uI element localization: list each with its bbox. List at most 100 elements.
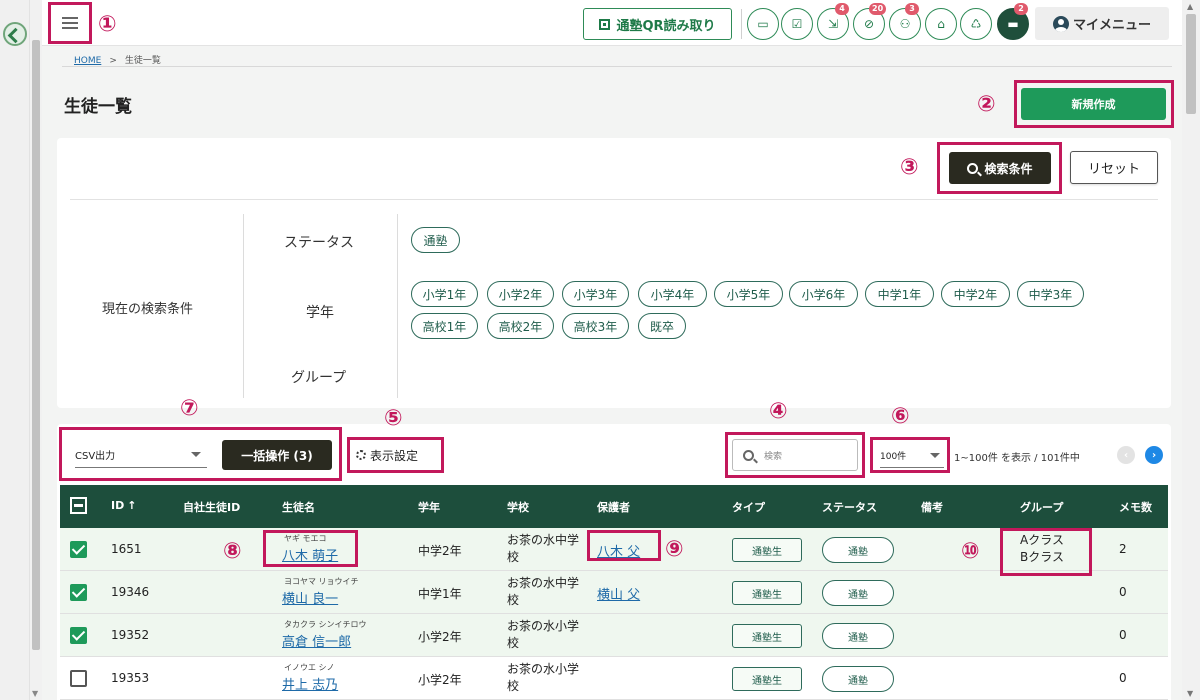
my-menu-label: マイメニュー	[1072, 18, 1151, 33]
next-page-button[interactable]: ›	[1145, 446, 1163, 464]
qr-code-icon	[599, 18, 611, 30]
scroll-down-arrow-icon[interactable]: ▼	[32, 689, 38, 698]
status-tag: 通塾	[822, 623, 894, 649]
student-kana: ヨコヤマ リョウイチ	[284, 577, 359, 586]
grade-chip: 小学2年	[487, 281, 554, 307]
column-header-own-id[interactable]: 自社生徒ID	[183, 499, 240, 515]
student-school: お茶の水小学校	[507, 619, 580, 650]
grade-condition-key: 学年	[306, 305, 334, 321]
notification-badge: 2	[1014, 3, 1028, 15]
table-row[interactable]: 19352 タカクラ シンイチロウ 高倉 信一郎 小学2年 お茶の水小学校 通塾…	[60, 614, 1168, 657]
table-row[interactable]: 19346 ヨコヤマ リョウイチ 横山 良一 中学1年 お茶の水中学校 横山 父…	[60, 571, 1168, 614]
memo-count: 0	[1119, 585, 1127, 599]
qr-scan-button[interactable]: 通塾QR読み取り	[583, 8, 732, 40]
scroll-down-arrow-icon[interactable]: ▼	[1187, 689, 1193, 698]
hamburger-menu-button[interactable]	[48, 2, 92, 44]
column-header-group[interactable]: グループ	[1020, 499, 1063, 515]
type-tag: 通塾生	[732, 538, 802, 562]
annotation-7: ⑦	[180, 396, 199, 421]
breadcrumb: HOME > 生徒一覧	[74, 53, 161, 66]
student-grade: 小学2年	[418, 673, 462, 687]
message-icon[interactable]: ▭	[747, 8, 779, 40]
app-logo-icon[interactable]	[3, 22, 27, 46]
student-name-link[interactable]: 横山 良一	[282, 588, 338, 607]
column-header-status[interactable]: ステータス	[822, 499, 877, 515]
column-header-grade[interactable]: 学年	[418, 499, 440, 515]
page-scroll-thumb[interactable]	[1186, 14, 1196, 114]
qr-scan-label: 通塾QR読み取り	[616, 18, 716, 34]
student-name-link[interactable]: 高倉 信一郎	[282, 631, 351, 650]
hamburger-icon	[62, 22, 78, 24]
notification-badge: 20	[869, 3, 887, 15]
column-header-memo[interactable]: メモ数	[1119, 499, 1152, 515]
scroll-up-arrow-icon[interactable]: ▲	[1187, 2, 1193, 11]
status-tag: 通塾	[822, 666, 894, 692]
breadcrumb-separator: >	[109, 56, 117, 66]
table-row[interactable]: 19353 イノウエ シノ 井上 志乃 小学2年 お茶の水小学校 通塾生 通塾 …	[60, 657, 1168, 700]
row-checkbox[interactable]	[70, 670, 87, 687]
annotation-8: ⑧	[223, 539, 242, 564]
grade-chip: 小学1年	[411, 281, 478, 307]
prev-page-button[interactable]: ‹	[1117, 446, 1135, 464]
grade-chip: 高校1年	[411, 313, 478, 339]
column-header-school[interactable]: 学校	[507, 499, 529, 515]
grade-chip: 小学4年	[638, 281, 707, 307]
student-id: 1651	[111, 542, 142, 556]
annotation-10: ⑩	[961, 539, 980, 564]
bulk-action-button[interactable]: 一括操作 (3)	[222, 440, 332, 470]
grade-chip: 既卒	[638, 313, 686, 339]
chevron-right-icon: ›	[1151, 449, 1157, 461]
table-header: ID ↑ 自社生徒ID 生徒名 学年 学校 保護者 タイプ ステータス 備考 グル…	[60, 485, 1168, 528]
row-checkbox[interactable]	[70, 541, 87, 558]
student-grade: 中学1年	[418, 587, 462, 601]
keyword-search-placeholder: 検索	[764, 451, 783, 462]
student-school: お茶の水中学校	[507, 576, 580, 607]
student-name-link[interactable]: 井上 志乃	[282, 674, 338, 693]
display-settings-button[interactable]: 表示設定	[356, 443, 438, 467]
checklist-icon[interactable]: ☑	[781, 8, 813, 40]
select-all-checkbox[interactable]	[70, 497, 87, 514]
column-header-note[interactable]: 備考	[921, 499, 943, 515]
column-header-type[interactable]: タイプ	[732, 499, 765, 515]
sidebar-scroll-thumb[interactable]	[32, 40, 40, 650]
grade-chip: 中学1年	[865, 281, 934, 307]
column-header-guardian[interactable]: 保護者	[597, 499, 630, 515]
column-header-name[interactable]: 生徒名	[282, 499, 315, 515]
notification-badge: 3	[905, 3, 919, 15]
page-scrollbar[interactable]: ▲ ▼	[1182, 0, 1200, 700]
search-conditions-button[interactable]: 検索条件	[949, 152, 1051, 184]
csv-export-select[interactable]: CSV出力	[75, 442, 207, 468]
sidebar-scrollbar[interactable]: ▼	[30, 0, 42, 700]
column-header-id[interactable]: ID ↑	[111, 499, 136, 512]
type-tag: 通塾生	[732, 581, 802, 605]
annotation-1: ①	[98, 12, 117, 37]
reset-button[interactable]: リセット	[1070, 151, 1158, 184]
conditions-divider	[70, 199, 1158, 200]
per-page-value: 100件	[880, 452, 907, 462]
new-create-button[interactable]: 新規作成	[1021, 88, 1166, 120]
display-settings-label: 表示設定	[370, 448, 419, 463]
grade-chip: 小学5年	[714, 281, 783, 307]
row-checkbox[interactable]	[70, 627, 87, 644]
guardian-link[interactable]: 横山 父	[597, 584, 640, 603]
breadcrumb-divider	[62, 66, 1172, 67]
school-icon[interactable]: ⌂	[925, 8, 957, 40]
grade-chip: 高校3年	[562, 313, 629, 339]
status-tag: 通塾	[822, 580, 894, 606]
keyword-search-input[interactable]: 検索	[732, 439, 858, 471]
per-page-select[interactable]: 100件	[880, 444, 944, 468]
search-icon	[967, 162, 979, 174]
result-count: 1~100件 を表示 / 101件中	[954, 453, 1080, 464]
student-id: 19352	[111, 628, 150, 642]
annotation-2: ②	[977, 92, 996, 117]
gift-icon[interactable]: ♺	[960, 8, 992, 40]
top-bar: ① 通塾QR読み取り ▭ ☑ ⇲ 4 ⊘ 20 ⚇ 3 ⌂ ♺ ▬ 2 マイメニ…	[42, 0, 1182, 46]
breadcrumb-home-link[interactable]: HOME	[74, 56, 101, 66]
row-checkbox[interactable]	[70, 584, 87, 601]
grade-chip: 中学2年	[941, 281, 1010, 307]
status-condition-key: ステータス	[284, 235, 354, 251]
student-id: 19346	[111, 585, 150, 599]
my-menu-button[interactable]: マイメニュー	[1035, 7, 1169, 40]
app-sidebar	[0, 0, 30, 700]
column-divider	[397, 214, 398, 398]
